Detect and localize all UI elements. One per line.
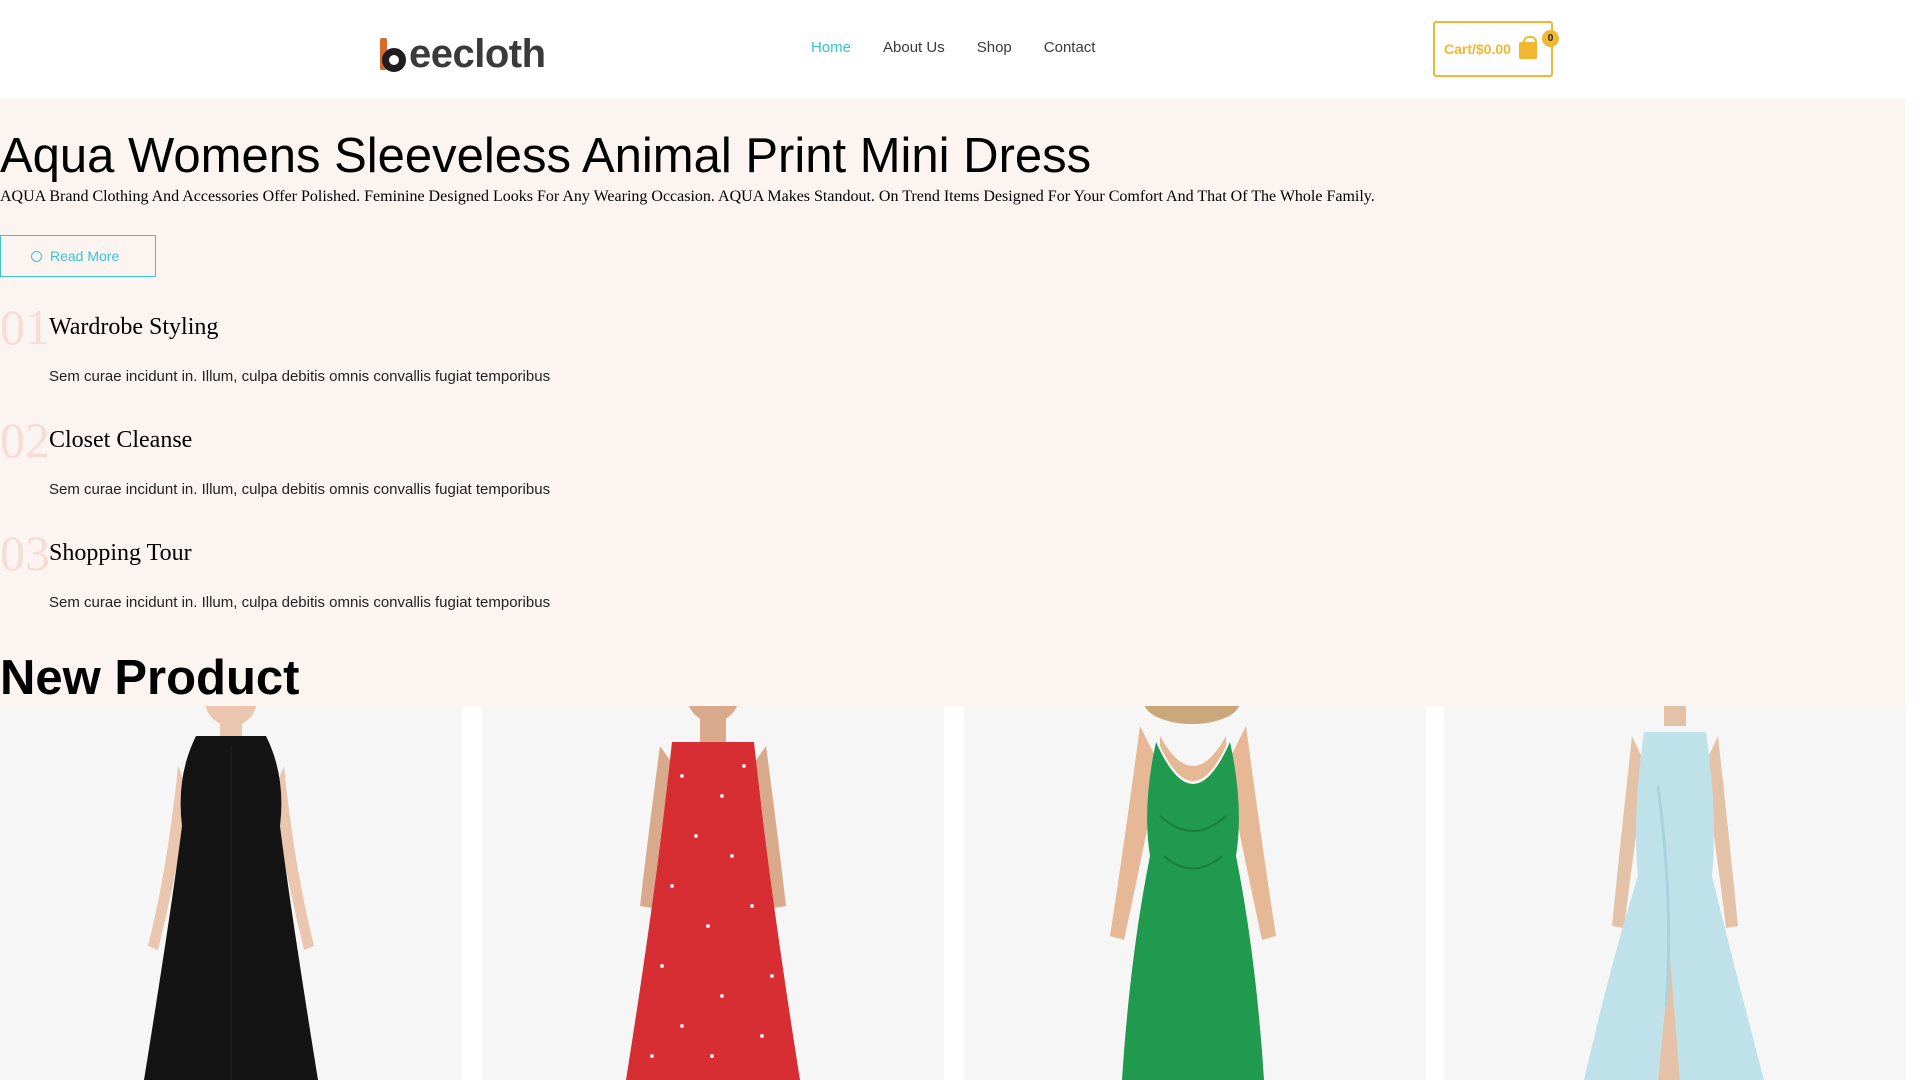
- brand-logo[interactable]: eecloth: [378, 28, 546, 74]
- feature-description: Sem curae incidunt in. Illum, culpa debi…: [49, 481, 551, 498]
- product-image: [964, 706, 1426, 1080]
- product-image: [482, 706, 944, 1080]
- shopping-bag-icon: [1518, 35, 1537, 59]
- nav-item-about-us[interactable]: About Us: [867, 38, 961, 58]
- feature-description: Sem curae incidunt in. Illum, culpa debi…: [49, 594, 551, 611]
- feature-title: Shopping Tour: [49, 540, 192, 566]
- product-card-green-dress[interactable]: [964, 706, 1426, 1080]
- product-image: [0, 706, 462, 1080]
- feature-item: 03 Shopping Tour Sem curae incidunt in. …: [0, 525, 600, 625]
- feature-number: 03: [0, 525, 50, 581]
- cart-count-badge: 0: [1542, 30, 1559, 47]
- feature-number: 01: [0, 299, 50, 355]
- cart-total: Cart/$0.00: [1444, 41, 1511, 57]
- feature-item: 02 Closet Cleanse Sem curae incidunt in.…: [0, 412, 600, 512]
- logo-mark-icon: [378, 34, 408, 74]
- product-card-black-dress[interactable]: [0, 706, 462, 1080]
- cart-button[interactable]: Cart/$0.00 0: [1433, 21, 1559, 77]
- feature-title: Wardrobe Styling: [49, 314, 219, 340]
- main-nav: Home About Us Shop Contact: [795, 38, 1111, 58]
- nav-item-home[interactable]: Home: [795, 38, 867, 58]
- read-more-label: Read More: [50, 248, 120, 264]
- site-header: eecloth Home About Us Shop Contact Cart/…: [0, 0, 1905, 98]
- logo-text: eecloth: [409, 32, 546, 76]
- hero-section: Aqua Womens Sleeveless Animal Print Mini…: [0, 98, 1905, 706]
- nav-item-shop[interactable]: Shop: [961, 38, 1028, 58]
- nav-item-contact[interactable]: Contact: [1028, 38, 1112, 58]
- feature-title: Closet Cleanse: [49, 427, 193, 453]
- product-image: [1444, 706, 1906, 1080]
- feature-item: 01 Wardrobe Styling Sem curae incidunt i…: [0, 299, 600, 399]
- hero-description: AQUA Brand Clothing And Accessories Offe…: [0, 188, 1375, 205]
- circle-icon: [31, 250, 42, 262]
- feature-description: Sem curae incidunt in. Illum, culpa debi…: [49, 368, 551, 385]
- new-product-heading: New Product: [0, 651, 300, 705]
- read-more-button[interactable]: Read More: [0, 235, 156, 277]
- feature-number: 02: [0, 412, 50, 468]
- hero-title: Aqua Womens Sleeveless Animal Print Mini…: [0, 129, 1092, 183]
- product-card-red-floral-dress[interactable]: [482, 706, 944, 1080]
- product-card-aqua-satin-dress[interactable]: [1444, 706, 1906, 1080]
